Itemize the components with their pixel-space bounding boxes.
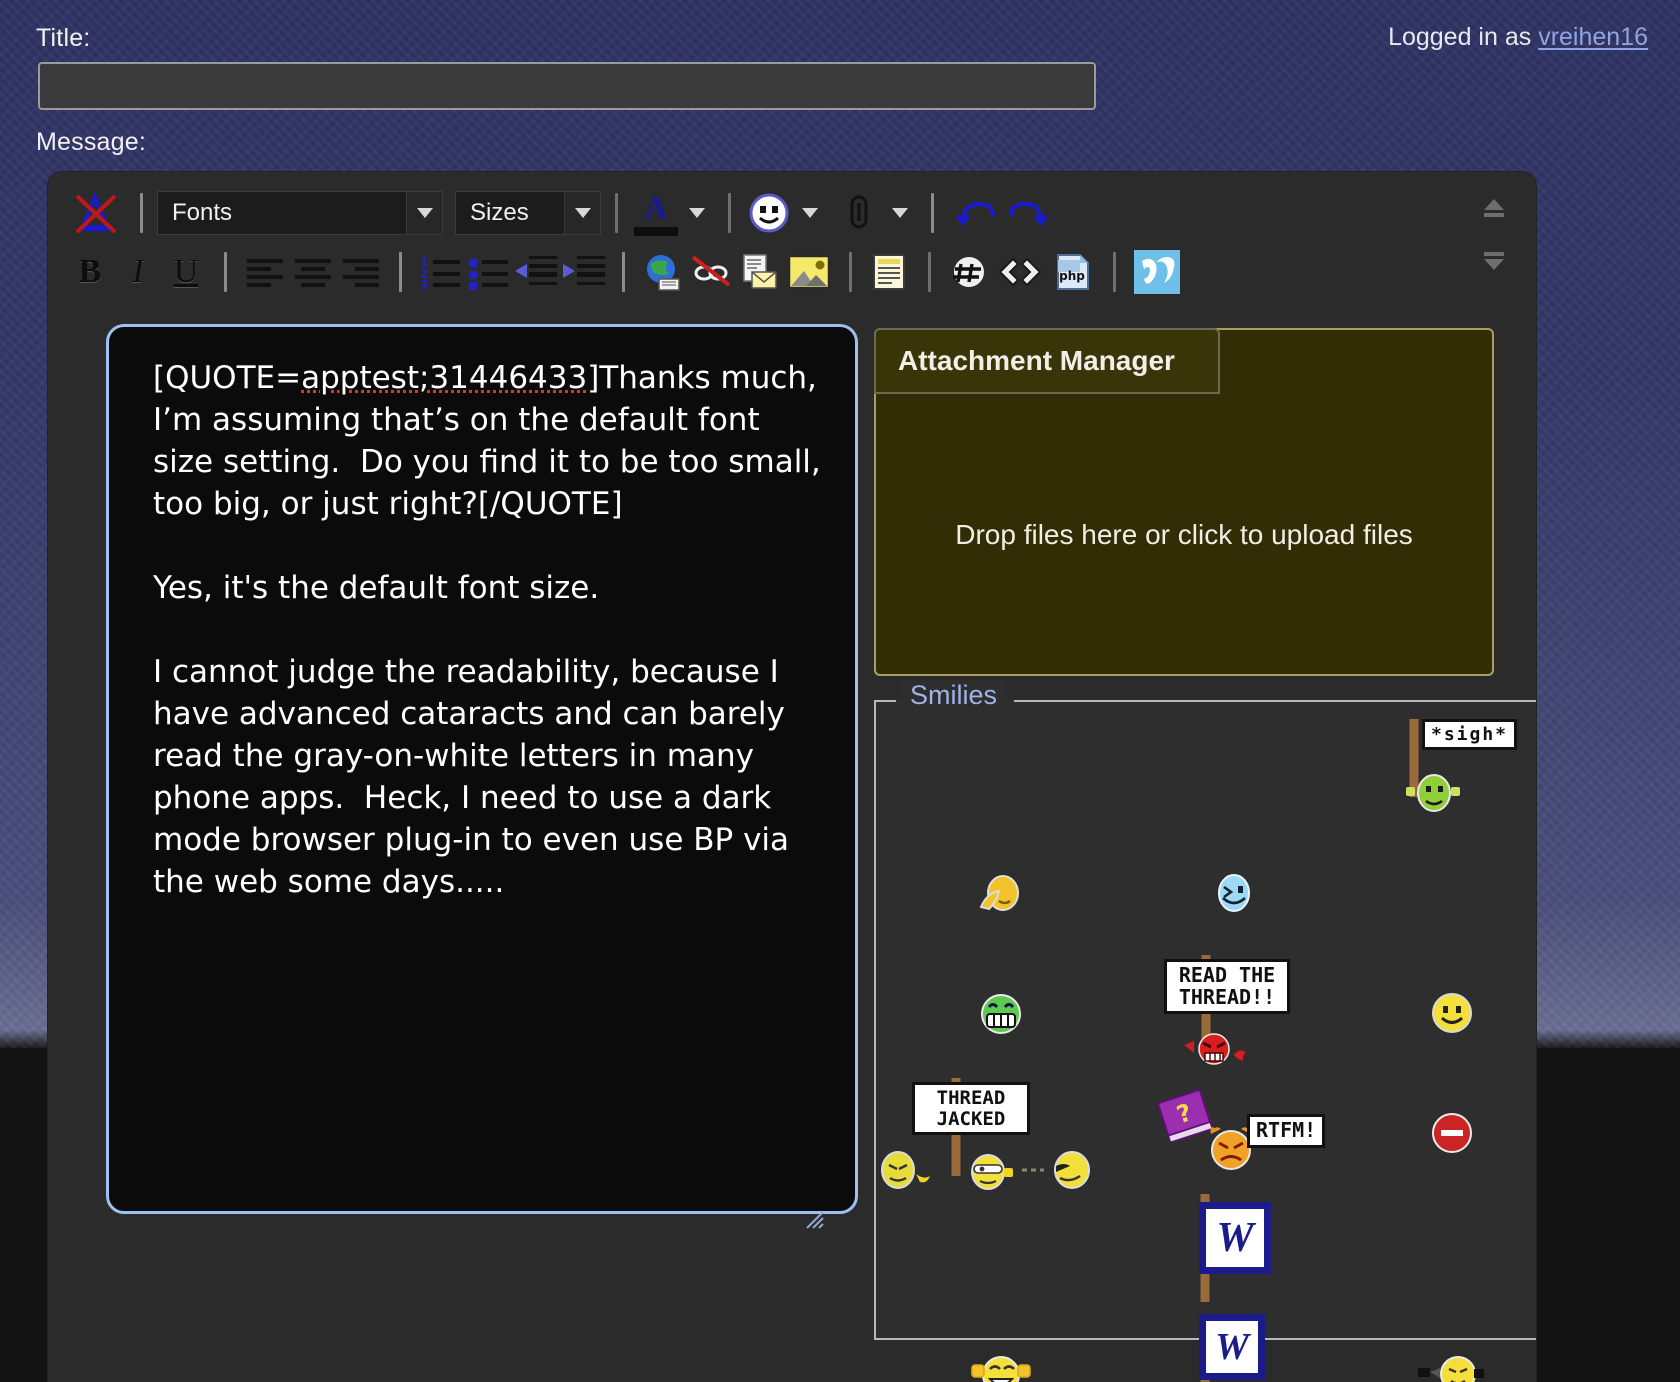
attachment-drop-zone[interactable]: Drop files here or click to upload files <box>876 396 1492 674</box>
remove-formatting-icon[interactable] <box>66 191 126 235</box>
editor-body: [QUOTE=apptest;31446433]Thanks much, I’m… <box>48 324 1536 1382</box>
smiley-hammer[interactable] <box>1344 1314 1536 1382</box>
scroll-up-icon <box>1484 199 1504 217</box>
smiley-cool-blue[interactable] <box>1126 834 1344 954</box>
smiley-sign-board: W <box>1199 1202 1271 1274</box>
toolbar-separator <box>1113 252 1116 292</box>
smilies-chevron-down-icon[interactable] <box>793 191 827 235</box>
undo-icon[interactable] <box>948 191 1002 235</box>
smiley-blank-3 <box>1344 834 1536 954</box>
smilies-legend: Smilies <box>902 680 1006 711</box>
smiley-sign-board: READ THE THREAD!! <box>1164 959 1290 1015</box>
outdent-button[interactable] <box>512 250 560 294</box>
toolbar-separator <box>728 193 731 233</box>
align-center-button[interactable] <box>289 250 337 294</box>
message-editor: Fonts Sizes A B I U 1 2 3 php [QUOTE=app… <box>48 172 1536 1382</box>
smiley-blank-1 <box>876 714 1126 834</box>
font-color-chevron-down-icon[interactable] <box>680 191 714 235</box>
logged-in-prefix: Logged in as <box>1388 23 1539 51</box>
smilies-panel: Smilies *sigh* READ THE THREAD!! THREAD JACK… <box>874 680 1536 1382</box>
textarea-resize-handle[interactable] <box>803 1208 825 1230</box>
message-textarea[interactable]: [QUOTE=apptest;31446433]Thanks much, I’m… <box>106 324 858 1214</box>
toolbar-separator <box>399 252 402 292</box>
remove-link-button[interactable] <box>687 250 735 294</box>
toolbar-separator <box>140 193 143 233</box>
underline-label: U <box>173 253 199 290</box>
message-field-label: Message: <box>36 128 146 156</box>
font-color-swatch <box>634 226 678 236</box>
username-link[interactable]: vreihen16 <box>1538 23 1648 51</box>
logged-in-status: Logged in as vreihen16 <box>1388 23 1648 52</box>
indent-button[interactable] <box>560 250 608 294</box>
smiley-sigh-sign[interactable]: *sigh* <box>1344 714 1536 834</box>
unordered-list-button[interactable] <box>464 250 512 294</box>
insert-php-button[interactable]: php <box>1047 250 1099 294</box>
italic-label: I <box>132 253 144 290</box>
spellcheck-misspelled-word: apptest;31446433 <box>301 360 588 396</box>
smiley-facepalm[interactable] <box>876 834 1126 954</box>
toolbar-separator <box>931 193 934 233</box>
smiley-blank-5 <box>1344 1194 1536 1314</box>
sizes-combo[interactable]: Sizes <box>455 191 601 235</box>
toolbar-row-2: B I U 1 2 3 php <box>48 244 1536 300</box>
insert-quote-button[interactable] <box>866 250 914 294</box>
smiley-dizzy-sign[interactable]: W <box>1126 1314 1344 1382</box>
toolbar-row-1: Fonts Sizes A <box>48 182 1536 270</box>
sizes-combo-chevron-down-icon[interactable] <box>565 191 601 235</box>
insert-video-button[interactable] <box>1130 250 1184 294</box>
insert-html-button[interactable] <box>993 250 1047 294</box>
sizes-combo-value[interactable]: Sizes <box>455 191 565 235</box>
svg-text:3: 3 <box>420 278 428 290</box>
smiley-thread-jacked[interactable]: THREAD JACKED <box>876 1074 1126 1194</box>
attachment-manager-title: Attachment Manager <box>874 328 1220 394</box>
underline-button[interactable]: U <box>162 250 210 294</box>
smiley-sign-board: THREAD JACKED <box>912 1082 1030 1136</box>
insert-image-button[interactable] <box>783 250 835 294</box>
bold-label: B <box>78 253 102 290</box>
paperclip-icon[interactable] <box>835 191 883 235</box>
attachment-manager-panel: Attachment Manager Drop files here or cl… <box>874 328 1494 676</box>
smiley-blank-2 <box>1126 714 1344 834</box>
align-left-button[interactable] <box>241 250 289 294</box>
smiley-wikipedia-sign[interactable]: W <box>1126 1194 1344 1314</box>
smilies-grid: *sigh* READ THE THREAD!! THREAD JACKED ? RTFM!… <box>876 714 1536 1382</box>
insert-code-button[interactable] <box>945 250 993 294</box>
title-field-label: Title: <box>36 24 91 52</box>
fonts-combo[interactable]: Fonts <box>157 191 443 235</box>
smiley-blank-4 <box>876 1194 1126 1314</box>
smiley-sign-board: W <box>1199 1314 1265 1380</box>
svg-text:php: php <box>1059 269 1085 283</box>
paperclip-chevron-down-icon[interactable] <box>883 191 917 235</box>
smiley-sign-board: *sigh* <box>1422 719 1518 751</box>
redo-icon[interactable] <box>1002 191 1056 235</box>
toolbar-separator <box>849 252 852 292</box>
smiley-speech-bubble: RTFM! <box>1247 1114 1326 1148</box>
smiley-rtfm[interactable]: ? RTFM! <box>1126 1074 1344 1194</box>
smiley-plain-yellow[interactable] <box>1344 954 1536 1074</box>
smiley-stop-red[interactable] <box>1344 1074 1536 1194</box>
toolbar-separator <box>224 252 227 292</box>
svg-text:A: A <box>643 191 668 225</box>
smiley-read-the-thread[interactable]: READ THE THREAD!! <box>1126 954 1344 1074</box>
title-input[interactable] <box>38 62 1096 110</box>
italic-button[interactable]: I <box>114 250 162 294</box>
smilies-icon[interactable] <box>745 191 793 235</box>
message-textarea-content[interactable]: [QUOTE=apptest;31446433]Thanks much, I’m… <box>109 327 855 1211</box>
bold-button[interactable]: B <box>66 250 114 294</box>
ordered-list-button[interactable]: 1 2 3 <box>416 250 464 294</box>
fonts-combo-value[interactable]: Fonts <box>157 191 407 235</box>
smiley-green-grin[interactable] <box>876 954 1126 1074</box>
align-right-button[interactable] <box>337 250 385 294</box>
smiley-cheer[interactable] <box>876 1314 1126 1382</box>
toolbar-separator <box>928 252 931 292</box>
font-color-icon[interactable]: A <box>632 185 680 241</box>
toolbar-separator <box>615 193 618 233</box>
insert-email-button[interactable] <box>735 250 783 294</box>
insert-link-button[interactable] <box>639 250 687 294</box>
toolbar-separator <box>622 252 625 292</box>
fonts-combo-chevron-down-icon[interactable] <box>407 191 443 235</box>
